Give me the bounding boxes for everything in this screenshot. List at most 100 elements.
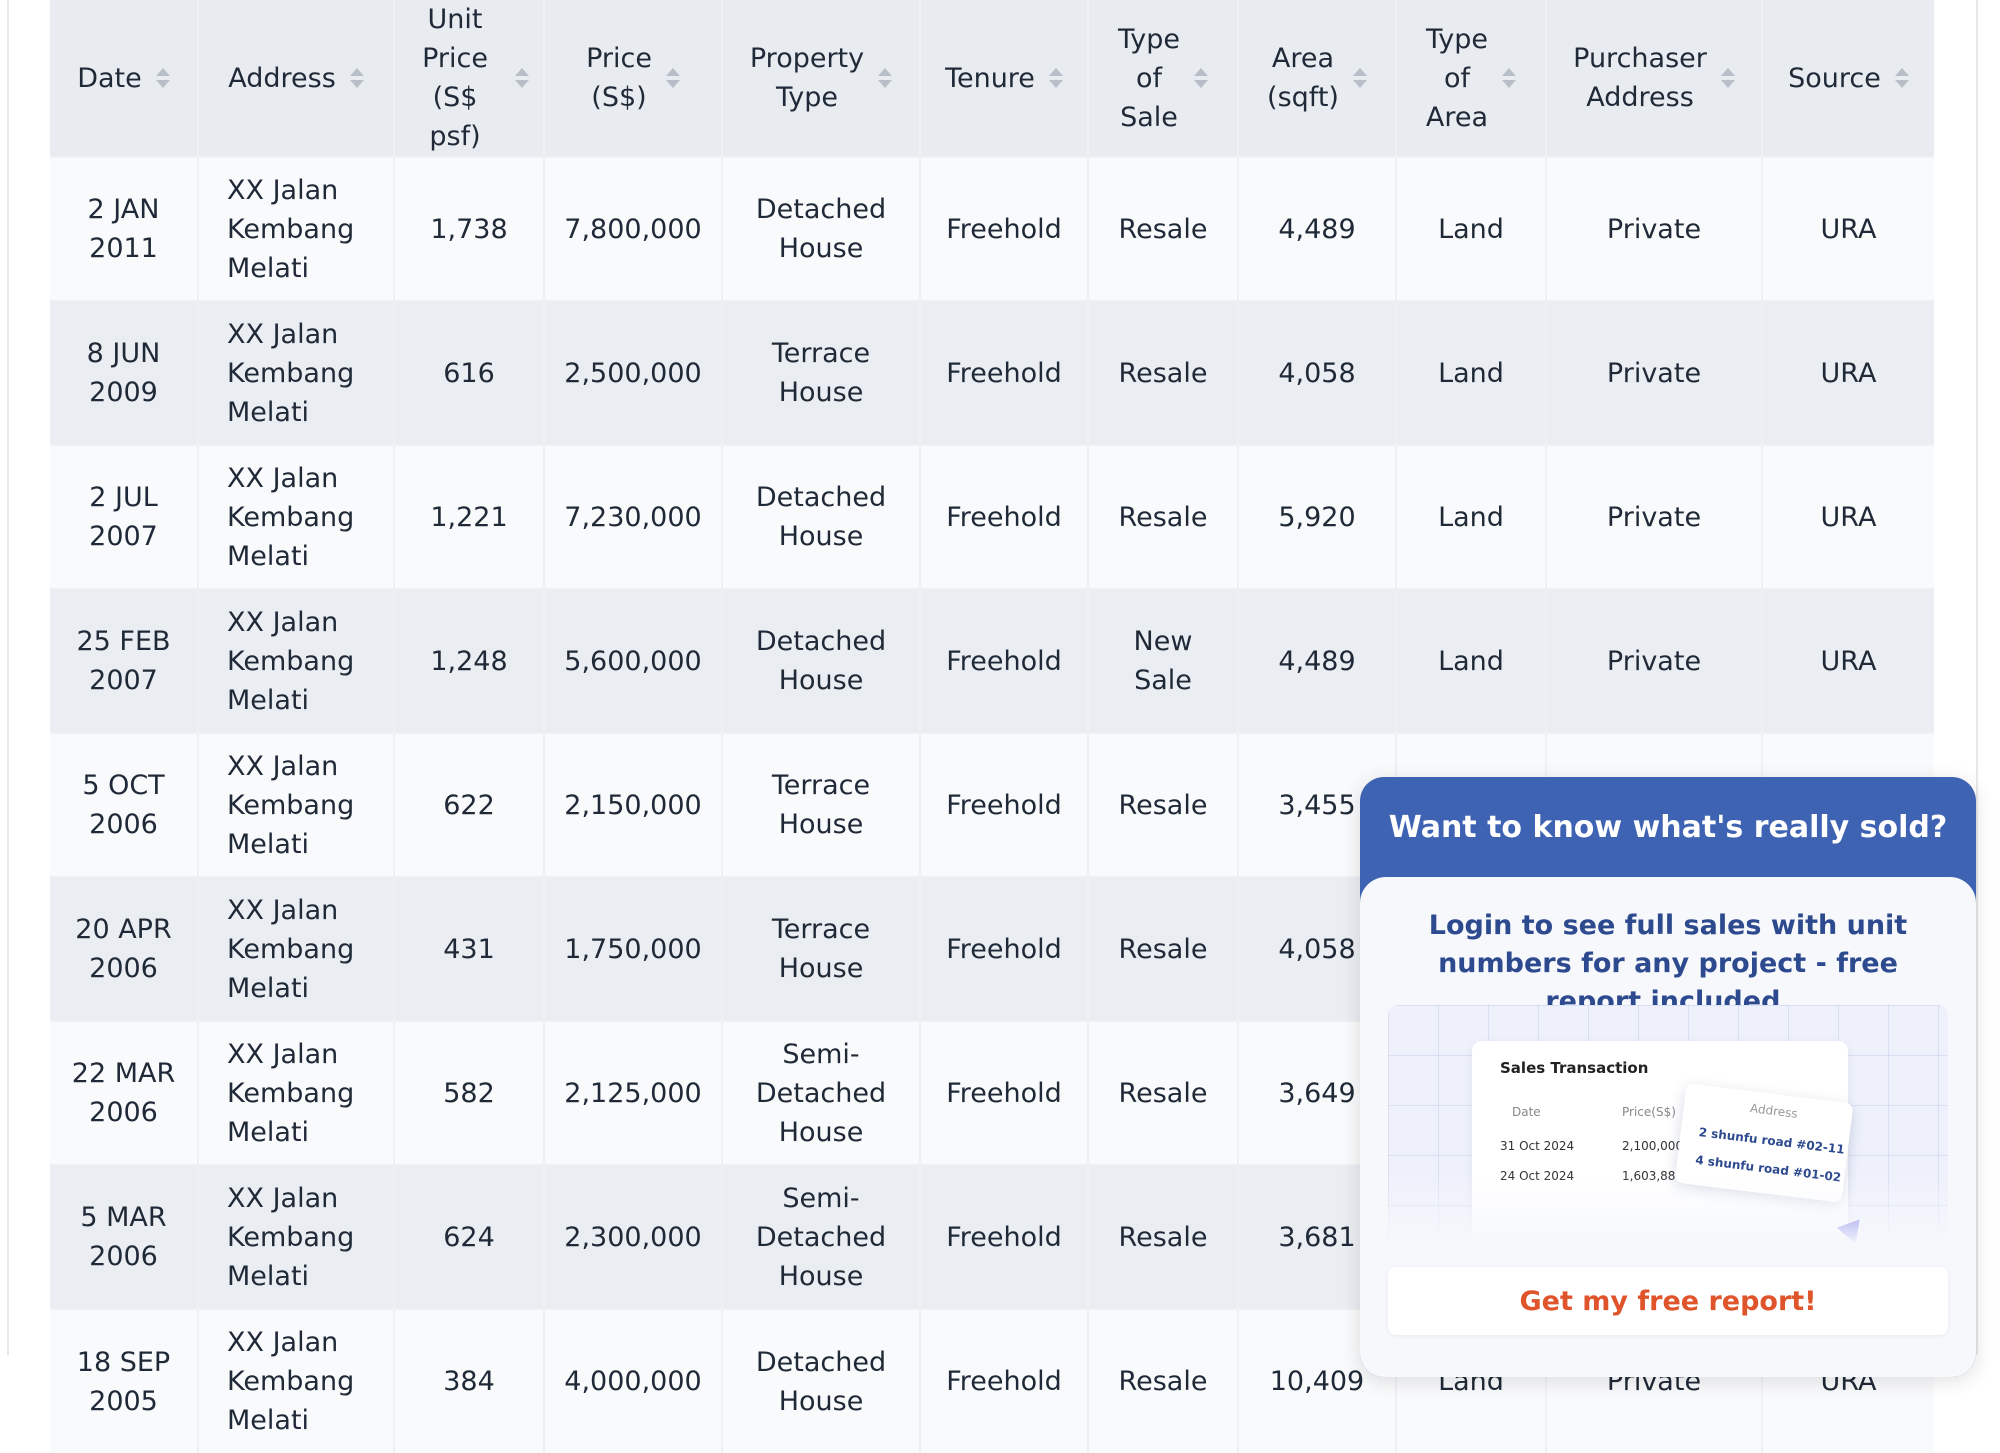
address-cell-text: Kembang	[227, 357, 355, 389]
unit-price-cell: 616	[394, 301, 545, 445]
column-header-10[interactable]: Source	[1762, 0, 1934, 157]
column-header-label: of	[1135, 62, 1162, 94]
address-cell-text: Kembang	[227, 213, 355, 245]
unit-price-cell: 622	[394, 733, 545, 877]
address-cell-text: XX Jalan	[227, 462, 339, 494]
sort-icon[interactable]	[349, 68, 364, 88]
tenure-cell: Freehold	[920, 157, 1089, 301]
sort-icon[interactable]	[878, 68, 893, 88]
unit-price-cell: 431	[394, 877, 545, 1021]
sale-type-cell-text: Resale	[1118, 213, 1208, 245]
source-cell: URA	[1820, 501, 1877, 533]
promo-title: Want to know what's really sold?	[1388, 809, 1948, 845]
date-cell-text: 5 OCT	[82, 770, 165, 801]
sort-icon[interactable]	[1352, 68, 1367, 88]
header-row: Date Address Unit Price (S$ psf) Price (S$) Pro…	[50, 0, 1934, 157]
property-type-cell-text: House	[778, 1385, 864, 1417]
unit-price-cell: 1,248	[394, 589, 545, 733]
column-header-label: Source	[1788, 62, 1881, 94]
column-header-6[interactable]: Type of Sale	[1088, 0, 1239, 157]
date-cell-text: 8 JUN	[86, 338, 161, 369]
property-type-cell-text: Terrace	[771, 338, 871, 369]
sort-icon[interactable]	[155, 68, 170, 88]
area-cell: 5,920	[1238, 445, 1397, 589]
property-type-cell-text: Detached	[755, 1077, 887, 1109]
sort-icon[interactable]	[1894, 68, 1909, 88]
column-header-9[interactable]: Purchaser Address	[1546, 0, 1763, 157]
address-cell: XX Jalan Kembang Melati	[198, 877, 395, 1021]
address-cell: XX Jalan Kembang Melati	[198, 733, 395, 877]
property-type-cell-text: Detached	[755, 1346, 887, 1378]
date-cell: 2 JUL 2007	[50, 445, 199, 589]
tenure-cell: Freehold	[920, 1021, 1089, 1165]
address-cell-text: XX Jalan	[227, 606, 339, 638]
date-cell: 25 FEB 2007	[50, 589, 199, 733]
column-header-label: Tenure	[945, 62, 1035, 94]
address-cell-text: XX Jalan	[227, 1038, 339, 1070]
purchaser-address-cell: Private	[1546, 157, 1763, 301]
column-header-label: Property	[749, 43, 865, 74]
address-cell-text: XX Jalan	[227, 1327, 339, 1358]
address-cell-text: Melati	[227, 1116, 310, 1148]
date-cell-text: 2005	[89, 1385, 158, 1417]
address-cell-text: Kembang	[227, 1221, 355, 1253]
address-cell-text: XX Jalan	[227, 174, 339, 206]
preview-address: 2 shunfu road #02-11	[1698, 1125, 1846, 1157]
column-header-3[interactable]: Price (S$)	[544, 0, 723, 157]
preview-date: 31 Oct 2024	[1500, 1139, 1575, 1153]
property-type-cell: Terrace House	[722, 733, 921, 877]
preview-price-header: Price(S$)	[1622, 1105, 1676, 1119]
address-cell-text: Kembang	[227, 1366, 355, 1397]
property-type-cell: Terrace House	[722, 301, 921, 445]
address-cell: XX Jalan Kembang Melati	[198, 589, 395, 733]
sale-type-cell-text: Resale	[1118, 357, 1208, 389]
sale-type-cell-text: Sale	[1134, 665, 1192, 696]
date-cell-text: 20 APR	[75, 914, 172, 945]
column-header-7[interactable]: Area (sqft)	[1238, 0, 1397, 157]
property-type-cell: Semi- Detached House	[722, 1021, 921, 1165]
address-cell-text: Melati	[227, 252, 310, 284]
price-cell: 2,150,000	[544, 733, 723, 877]
property-type-cell-text: House	[778, 1260, 864, 1292]
sort-icon[interactable]	[1194, 68, 1208, 88]
address-cell: XX Jalan Kembang Melati	[198, 157, 395, 301]
property-type-cell: Detached House	[722, 157, 921, 301]
column-header-4[interactable]: Property Type	[722, 0, 921, 157]
area-cell: 4,489	[1238, 157, 1397, 301]
table-row: 2 JUL 2007 XX Jalan Kembang Melati 1,221 7,230…	[50, 445, 1934, 589]
sale-type-cell-text: New	[1133, 626, 1193, 657]
property-type-cell-text: Semi-	[782, 1182, 860, 1214]
property-type-cell-text: House	[778, 233, 864, 264]
date-cell: 20 APR 2006	[50, 877, 199, 1021]
column-header-label: of	[1443, 62, 1470, 94]
price-cell: 2,300,000	[544, 1165, 723, 1309]
get-free-report-button[interactable]: Get my free report!	[1388, 1267, 1948, 1335]
table-header: Date Address Unit Price (S$ psf) Price (S$) Pro…	[50, 0, 1934, 157]
tenure-cell: Freehold	[920, 589, 1089, 733]
source-cell: URA	[1820, 645, 1877, 677]
address-cell-text: Kembang	[227, 1077, 355, 1109]
sort-icon[interactable]	[665, 68, 680, 88]
tenure-cell: Freehold	[920, 1165, 1089, 1309]
address-cell-text: Melati	[227, 828, 310, 860]
sort-icon[interactable]	[1502, 68, 1517, 88]
sort-icon[interactable]	[1048, 68, 1063, 88]
unit-price-cell: 582	[394, 1021, 545, 1165]
column-header-5[interactable]: Tenure	[920, 0, 1089, 157]
area-cell: 4,489	[1238, 589, 1397, 733]
property-type-cell-text: House	[778, 521, 864, 552]
sort-icon[interactable]	[1720, 68, 1735, 88]
column-header-1[interactable]: Address	[198, 0, 395, 157]
column-header-0[interactable]: Date	[50, 0, 199, 157]
date-cell: 22 MAR 2006	[50, 1021, 199, 1165]
date-cell-text: 25 FEB	[76, 626, 171, 657]
sale-type-cell-text: Resale	[1118, 1221, 1208, 1253]
tenure-cell: Freehold	[920, 301, 1089, 445]
property-type-cell-text: Terrace	[771, 770, 871, 801]
date-cell: 2 JAN 2011	[50, 157, 199, 301]
sale-type-cell: Resale	[1088, 445, 1239, 589]
property-type-cell: Semi- Detached House	[722, 1165, 921, 1309]
sort-icon[interactable]	[515, 68, 529, 88]
column-header-8[interactable]: Type of Area	[1396, 0, 1547, 157]
column-header-2[interactable]: Unit Price (S$ psf)	[394, 0, 545, 157]
